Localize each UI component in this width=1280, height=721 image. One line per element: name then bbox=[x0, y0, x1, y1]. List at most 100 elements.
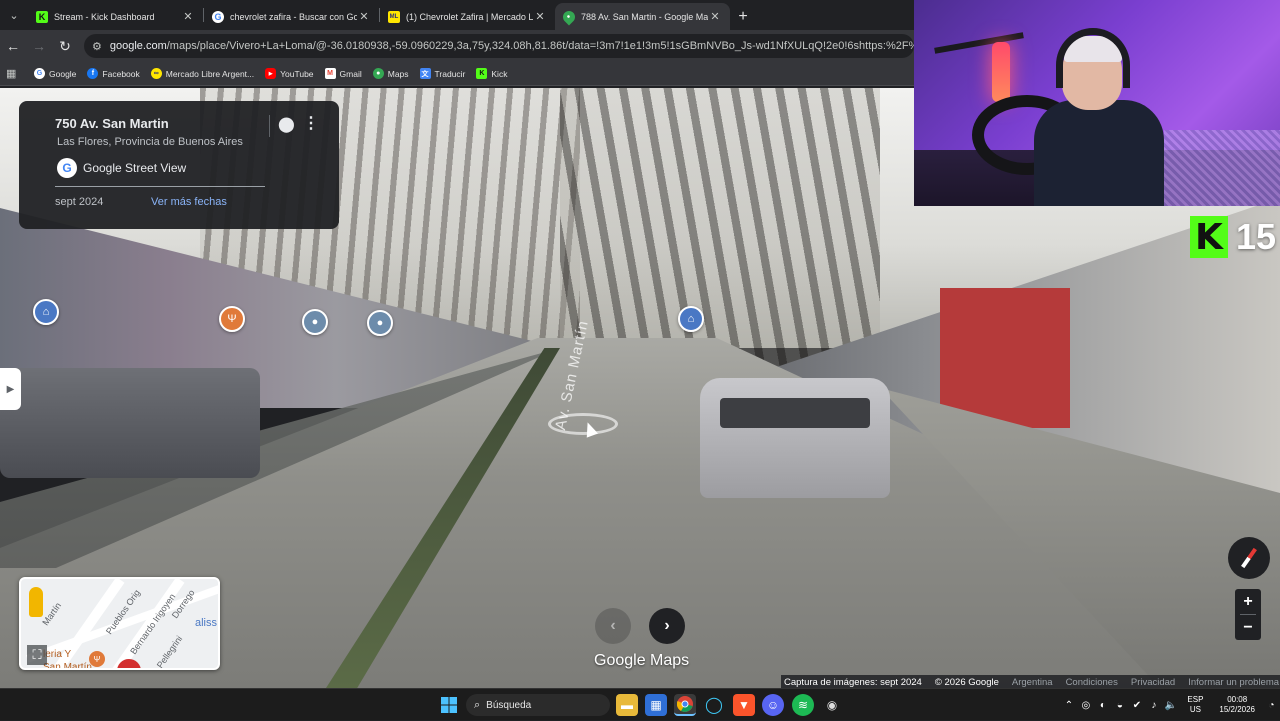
see-more-dates-link[interactable]: Ver más fechas bbox=[151, 196, 227, 208]
location-pin-icon[interactable]: ⬤ bbox=[278, 115, 295, 133]
location-pin-icon[interactable]: ● bbox=[302, 309, 328, 335]
location-pin-icon[interactable]: ● bbox=[367, 310, 393, 336]
tab-title: 788 Av. San Martin - Google Maps bbox=[581, 11, 708, 22]
compass-icon[interactable] bbox=[1228, 537, 1270, 579]
clock[interactable]: 00:08 15/2/2026 bbox=[1219, 695, 1255, 715]
tray-app-icon[interactable]: ✔ bbox=[1128, 700, 1145, 711]
report-problem-link[interactable]: Informar un problema bbox=[1188, 677, 1279, 688]
url-text: google.com/maps/place/Vivero+La+Loma/@-3… bbox=[110, 40, 914, 52]
tab-close-icon[interactable]: ✕ bbox=[533, 10, 547, 23]
restaurant-icon[interactable]: Ψ bbox=[219, 306, 245, 332]
file-explorer-icon[interactable]: ▬ bbox=[616, 694, 638, 716]
zoom-out-button[interactable]: − bbox=[1243, 615, 1252, 640]
bookmark-label: YouTube bbox=[280, 68, 314, 79]
google-maps-logo: Google Maps bbox=[594, 652, 690, 669]
mercado-libre-favicon-icon: ML bbox=[388, 10, 400, 23]
keyboard-layout: US bbox=[1189, 705, 1201, 714]
minimap[interactable]: Pueblos Orig Bernardo Irigoyen Dorrego P… bbox=[19, 577, 220, 670]
brave-icon[interactable]: ▼ bbox=[733, 694, 755, 716]
address-bar[interactable]: ⚙ google.com/maps/place/Vivero+La+Loma/@… bbox=[84, 34, 914, 58]
pegman-icon[interactable] bbox=[29, 587, 43, 617]
tab-title: (1) Chevrolet Zafira | Mercado Libr bbox=[406, 11, 533, 22]
translate-icon: 文 bbox=[419, 68, 431, 79]
tab-close-icon[interactable]: ✕ bbox=[357, 10, 371, 23]
street-view-info-card: 750 Av. San Martin Las Flores, Provincia… bbox=[19, 101, 339, 229]
bookmark-gmail[interactable]: M Gmail bbox=[324, 68, 362, 79]
bookmark-youtube[interactable]: ▶ YouTube bbox=[265, 68, 314, 79]
bookmark-traducir[interactable]: 文 Traducir bbox=[419, 68, 465, 79]
fullscreen-icon[interactable]: ⛶ bbox=[27, 645, 47, 665]
shopping-bag-icon[interactable]: ⌂ bbox=[33, 299, 59, 325]
expand-panel-chevron-icon[interactable]: ▶ bbox=[0, 368, 21, 410]
obs-icon[interactable]: ◉ bbox=[821, 694, 843, 716]
zoom-in-button[interactable]: + bbox=[1243, 589, 1252, 614]
copyright-text: © 2026 Google bbox=[934, 676, 999, 688]
more-options-icon[interactable]: ⋮ bbox=[303, 113, 319, 133]
tab-google-maps[interactable]: ● 788 Av. San Martin - Google Maps ✕ bbox=[555, 3, 730, 30]
privacy-link[interactable]: Privacidad bbox=[1131, 677, 1175, 688]
bookmark-mercado-libre[interactable]: ∞ Mercado Libre Argent... bbox=[150, 68, 255, 79]
speaker-icon[interactable]: 🔈 bbox=[1162, 700, 1179, 711]
shopping-bag-icon[interactable]: ⌂ bbox=[678, 306, 704, 332]
cortana-icon[interactable]: ◯ bbox=[703, 694, 725, 716]
chrome-icon[interactable] bbox=[674, 694, 696, 716]
chair-mesh bbox=[1164, 130, 1280, 206]
kick-viewer-overlay: K 15 bbox=[1190, 214, 1276, 260]
previous-arrow-button[interactable]: ‹ bbox=[595, 608, 631, 644]
spotify-icon[interactable]: ≋ bbox=[792, 694, 814, 716]
bookmark-google[interactable]: G Google bbox=[34, 68, 76, 79]
map-label: leria Y bbox=[43, 649, 72, 660]
notifications-icon[interactable]: ◔ bbox=[1263, 700, 1280, 711]
chevron-up-icon[interactable]: ⌃ bbox=[1060, 700, 1077, 711]
capture-date: sept 2024 bbox=[55, 196, 104, 208]
compass-needle bbox=[1241, 547, 1257, 569]
kick-logo-icon: K bbox=[1190, 216, 1228, 258]
tray-app-icon[interactable]: ◎ bbox=[1077, 700, 1094, 711]
bookmark-label: Maps bbox=[387, 68, 409, 79]
tray-app-icon[interactable]: ◒ bbox=[1111, 700, 1128, 711]
terms-link[interactable]: Condiciones bbox=[1066, 677, 1118, 688]
microphone-arm bbox=[934, 32, 1024, 54]
address-title: 750 Av. San Martin bbox=[55, 116, 169, 131]
bookmark-kick[interactable]: K Kick bbox=[476, 68, 507, 79]
microsoft-store-icon[interactable]: ▦ bbox=[645, 694, 667, 716]
navigation-bar: ← → ↻ ⚙ google.com/maps/place/Vivero+La+… bbox=[0, 30, 914, 62]
discord-icon[interactable]: ☺ bbox=[762, 694, 784, 716]
tab-search-menu-icon[interactable]: ⌄ bbox=[0, 0, 28, 30]
apps-grid-icon[interactable]: ▦ bbox=[6, 67, 22, 80]
maps-favicon-icon: ● bbox=[560, 8, 578, 25]
windows-start-icon[interactable] bbox=[438, 694, 460, 716]
bookmark-label: Gmail bbox=[339, 68, 362, 79]
divider bbox=[55, 186, 265, 187]
forward-arrow-icon[interactable]: → bbox=[26, 33, 52, 59]
current-location-marker-icon bbox=[117, 659, 141, 668]
next-arrow-button[interactable]: › bbox=[649, 608, 685, 644]
search-label: Búsqueda bbox=[486, 699, 532, 711]
locality-text: Las Flores, Provincia de Buenos Aires bbox=[57, 136, 243, 148]
new-tab-button[interactable]: + bbox=[730, 3, 756, 30]
input-language[interactable]: ESP US bbox=[1187, 695, 1203, 715]
tab-google-search[interactable]: G chevrolet zafira - Buscar con Goog ✕ bbox=[204, 3, 379, 30]
country-link[interactable]: Argentina bbox=[1012, 677, 1053, 688]
facebook-icon: f bbox=[87, 68, 99, 79]
bookmark-maps[interactable]: ● Maps bbox=[372, 68, 409, 79]
restaurant-icon[interactable]: Ψ bbox=[89, 651, 105, 667]
back-arrow-icon[interactable]: ← bbox=[0, 33, 26, 59]
reload-icon[interactable]: ↻ bbox=[52, 33, 78, 59]
tray-app-icon[interactable]: ◐ bbox=[1094, 700, 1111, 711]
tab-close-icon[interactable]: ✕ bbox=[181, 10, 195, 23]
kick-icon: K bbox=[476, 68, 488, 79]
microphone-icon[interactable]: ♪ bbox=[1145, 700, 1162, 711]
google-icon: G bbox=[34, 68, 45, 79]
bookmark-label: Mercado Libre Argent... bbox=[165, 68, 255, 79]
tab-mercado-libre[interactable]: ML (1) Chevrolet Zafira | Mercado Libr ✕ bbox=[380, 3, 555, 30]
map-label: aliss bbox=[195, 617, 218, 629]
taskbar-search-box[interactable]: ⌕ Búsqueda bbox=[466, 694, 610, 716]
tab-close-icon[interactable]: ✕ bbox=[708, 10, 722, 23]
bookmark-facebook[interactable]: f Facebook bbox=[87, 68, 140, 79]
google-logo-icon: G bbox=[57, 158, 77, 178]
street-view-source: G Google Street View bbox=[57, 158, 186, 178]
site-info-icon[interactable]: ⚙ bbox=[92, 40, 102, 53]
tab-kick-dashboard[interactable]: K Stream - Kick Dashboard ✕ bbox=[28, 3, 203, 30]
tab-title: Stream - Kick Dashboard bbox=[54, 11, 155, 22]
